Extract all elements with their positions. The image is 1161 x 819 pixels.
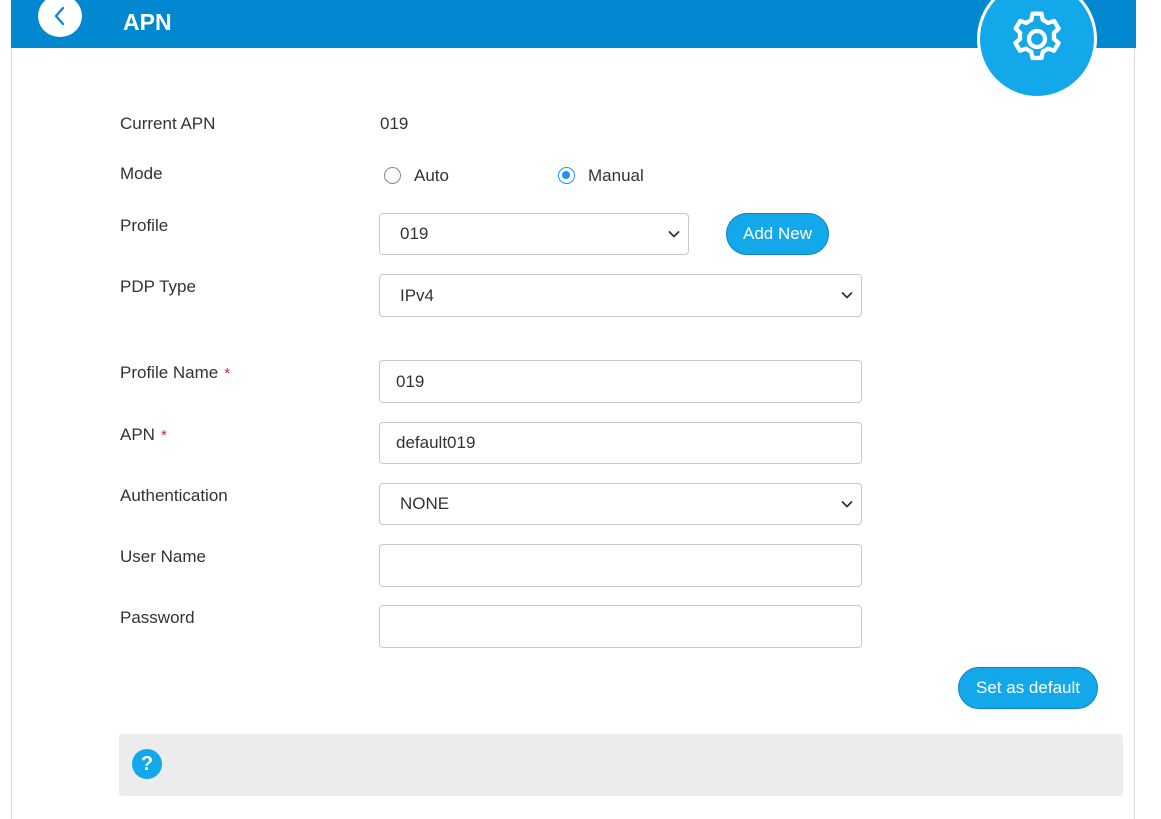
authentication-select[interactable]: NONE	[379, 483, 862, 525]
page-header	[11, 0, 1136, 48]
chevron-down-icon	[841, 501, 853, 508]
mode-auto-label[interactable]: Auto	[414, 166, 449, 186]
password-label: Password	[120, 608, 195, 627]
pdp-type-label: PDP Type	[120, 277, 196, 296]
authentication-select-value: NONE	[400, 494, 450, 513]
profile-name-label-text: Profile Name	[120, 363, 219, 382]
current-apn-value: 019	[380, 114, 409, 133]
pdp-type-select-value: IPv4	[400, 285, 435, 305]
apn-label-text: APN	[120, 425, 155, 444]
add-new-button[interactable]: Add New	[726, 213, 829, 255]
pdp-type-select[interactable]: IPv4	[379, 274, 862, 317]
password-input[interactable]	[379, 605, 862, 648]
apn-label: APN *	[120, 425, 167, 445]
chevron-down-icon	[841, 292, 853, 299]
mode-manual-label[interactable]: Manual	[588, 166, 644, 186]
chevron-left-icon	[54, 6, 65, 26]
current-apn-label: Current APN	[120, 114, 216, 133]
set-as-default-button[interactable]: Set as default	[958, 667, 1098, 709]
apn-input-value: default019	[396, 433, 476, 452]
profile-name-input[interactable]: 019	[379, 360, 862, 403]
apn-input[interactable]: default019	[379, 422, 862, 464]
user-name-label: User Name	[120, 547, 206, 566]
mode-label: Mode	[120, 164, 163, 183]
profile-label: Profile	[120, 216, 169, 235]
profile-select[interactable]: 019	[379, 213, 689, 255]
user-name-input[interactable]	[379, 544, 862, 587]
chevron-down-icon	[668, 231, 680, 238]
gear-icon	[1013, 11, 1061, 61]
authentication-label: Authentication	[120, 486, 228, 505]
help-bar: ?	[119, 734, 1123, 796]
required-mark: *	[224, 365, 231, 382]
page-title: APN	[123, 9, 172, 35]
required-mark: *	[160, 427, 167, 444]
profile-name-input-value: 019	[396, 371, 425, 391]
mode-auto-radio[interactable]	[384, 167, 401, 184]
profile-name-label: Profile Name *	[120, 363, 230, 383]
mode-manual-radio[interactable]	[558, 167, 575, 184]
help-icon[interactable]: ?	[132, 749, 162, 779]
profile-select-value: 019	[400, 224, 429, 243]
